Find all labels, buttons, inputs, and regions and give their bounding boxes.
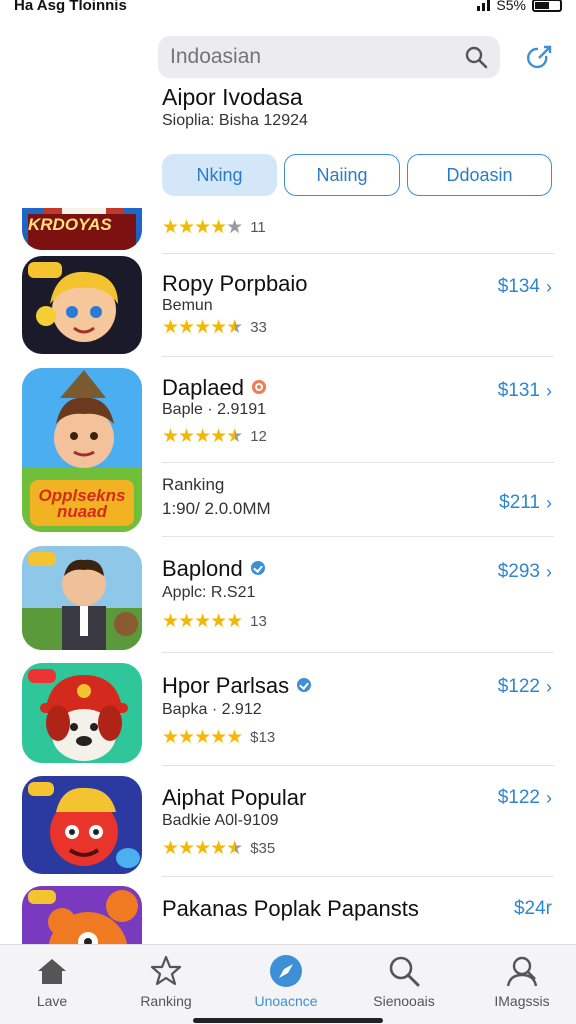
app-title[interactable]: Pakanas Poplak Papansts bbox=[162, 896, 419, 922]
filter-pill-nking[interactable]: Nking bbox=[162, 154, 277, 196]
rating-stars: ★★★★ ★ 33 bbox=[162, 317, 267, 338]
app-subtitle: Bapka · 2.912 bbox=[162, 701, 262, 718]
row-divider bbox=[162, 536, 554, 537]
row-divider bbox=[162, 765, 554, 766]
price-button[interactable]: $24r bbox=[514, 898, 552, 920]
app-icon-dog-firefighter[interactable] bbox=[22, 663, 142, 763]
price-button[interactable]: $131 › bbox=[498, 380, 552, 402]
signal-icon bbox=[477, 0, 491, 11]
search-input[interactable] bbox=[170, 36, 450, 78]
price-button[interactable]: $293 › bbox=[498, 561, 552, 583]
row-divider bbox=[162, 356, 554, 357]
app-title[interactable]: Daplaed bbox=[162, 375, 266, 401]
status-bar: Ha Asg Tloinnis S5% bbox=[0, 0, 576, 18]
app-subtitle: Bemun bbox=[162, 297, 213, 314]
page-subtitle: Sioplia: Bisha 12924 bbox=[162, 112, 308, 129]
app-subtitle: 1:90/ 2.0.0MM bbox=[162, 499, 271, 518]
price-label: $24r bbox=[513, 898, 552, 919]
tab-discover[interactable]: Unoacnce bbox=[236, 953, 336, 1009]
row-divider bbox=[162, 462, 554, 463]
orange-badge-icon bbox=[251, 380, 266, 395]
app-icon-red-monster[interactable] bbox=[22, 776, 142, 874]
app-icon-label: Opplsekns nuaad bbox=[38, 486, 126, 521]
verified-badge-icon bbox=[297, 678, 312, 693]
app-subtitle: Applc: R.S21 bbox=[162, 584, 256, 601]
tab-label: Sienooais bbox=[373, 993, 435, 1009]
app-title[interactable]: Hpor Parlsas bbox=[162, 673, 312, 699]
app-icon-businessman[interactable] bbox=[22, 546, 142, 650]
filter-pill-ddoasin[interactable]: Ddoasin bbox=[407, 154, 552, 196]
app-subtitle: Badkie A0l-9109 bbox=[162, 812, 279, 829]
share-icon[interactable] bbox=[524, 42, 554, 72]
compass-icon bbox=[270, 955, 302, 987]
rating-stars: ★★★★ ★ 12 bbox=[162, 426, 267, 447]
chevron-right-icon: › bbox=[546, 787, 552, 808]
price-label: $211 bbox=[499, 492, 540, 513]
app-title[interactable]: Baplond bbox=[162, 556, 265, 582]
battery-percent: S5% bbox=[496, 0, 526, 13]
status-icons: S5% bbox=[477, 0, 562, 13]
page-title: Aipor Ivodasa bbox=[162, 84, 303, 110]
tab-bar: Lave Ranking Unoacnce Sienooais IMagssis bbox=[0, 944, 576, 1024]
price-label: $122 bbox=[497, 676, 540, 697]
header: Aipor Ivodasa Sioplia: Bisha 12924 Nking… bbox=[0, 18, 576, 208]
price-label: $293 bbox=[497, 561, 540, 582]
price-button[interactable]: $134 › bbox=[498, 276, 552, 298]
price-label: $134 bbox=[497, 276, 540, 297]
search-icon bbox=[389, 956, 420, 987]
app-title[interactable]: Aiphat Popular bbox=[162, 785, 306, 811]
row-divider bbox=[162, 253, 554, 254]
carrier-label: Ha Asg Tloinnis bbox=[14, 0, 127, 14]
tab-label: Unoacnce bbox=[254, 993, 318, 1009]
rating-stars: ★★★★ ★ $35 bbox=[162, 838, 276, 859]
price-button[interactable]: $122 › bbox=[498, 787, 552, 809]
filter-pill-naiing[interactable]: Naiing bbox=[284, 154, 400, 196]
home-icon bbox=[38, 959, 66, 984]
row-divider bbox=[162, 876, 554, 877]
search-icon[interactable] bbox=[464, 45, 488, 69]
battery-icon bbox=[532, 0, 562, 12]
profile-icon bbox=[506, 956, 538, 987]
chevron-right-icon: › bbox=[546, 380, 552, 401]
chevron-right-icon: › bbox=[546, 676, 552, 697]
chevron-right-icon: › bbox=[546, 276, 552, 297]
home-indicator[interactable] bbox=[193, 1018, 383, 1023]
tab-profile[interactable]: IMagssis bbox=[472, 953, 572, 1009]
tab-label: Lave bbox=[36, 993, 68, 1009]
tab-ranking[interactable]: Ranking bbox=[116, 953, 216, 1009]
app-title[interactable]: Ropy Porpbaio bbox=[162, 271, 308, 297]
tab-label: Ranking bbox=[140, 993, 192, 1009]
rating-stars: ★★★★ ★ 11 bbox=[162, 217, 266, 238]
app-subtitle: Baple · 2.9191 bbox=[162, 401, 267, 418]
star-icon bbox=[150, 955, 182, 986]
app-icon-blonde-kid[interactable] bbox=[22, 256, 142, 354]
price-label: $131 bbox=[497, 380, 540, 401]
tab-home[interactable]: Lave bbox=[2, 953, 102, 1009]
app-title[interactable]: Ranking bbox=[162, 475, 224, 495]
verified-badge-icon bbox=[250, 561, 265, 576]
rating-stars: ★★★★★ $13 bbox=[162, 727, 276, 748]
row-divider bbox=[162, 652, 554, 653]
price-button[interactable]: $211 › bbox=[499, 492, 552, 514]
featured-icon-label: KRDOYAS bbox=[28, 215, 112, 234]
rating-stars: ★★★★★ 13 bbox=[162, 611, 267, 632]
tab-label: IMagssis bbox=[494, 993, 550, 1009]
price-label: $122 bbox=[497, 787, 540, 808]
price-button[interactable]: $122 › bbox=[498, 676, 552, 698]
search-box[interactable] bbox=[158, 36, 500, 78]
tab-search[interactable]: Sienooais bbox=[354, 953, 454, 1009]
chevron-right-icon: › bbox=[546, 492, 552, 513]
chevron-right-icon: › bbox=[546, 561, 552, 582]
